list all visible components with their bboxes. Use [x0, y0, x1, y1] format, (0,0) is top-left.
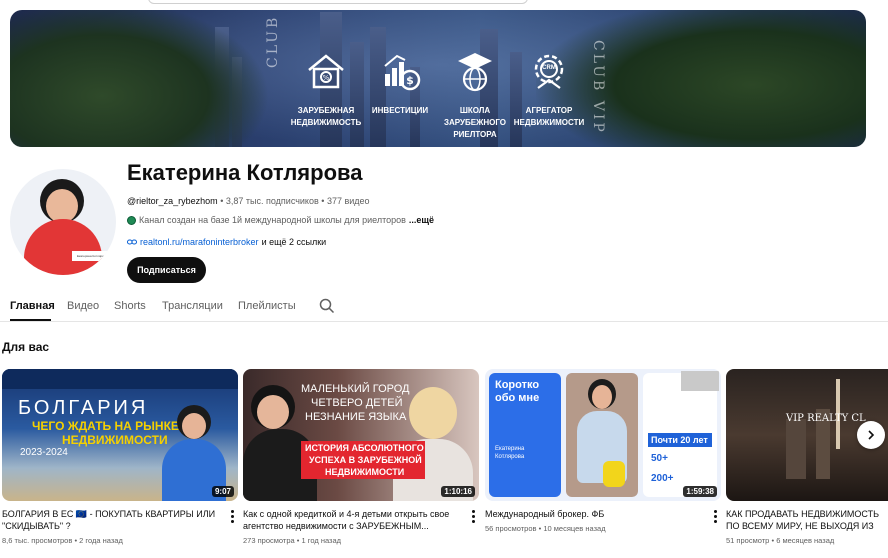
tab-shorts[interactable]: Shorts [114, 300, 146, 312]
chevron-right-icon [868, 430, 875, 440]
link-icon [127, 239, 137, 245]
video-meta: 8,6 тыс. просмотров • 2 года назад [2, 536, 123, 545]
svg-text:%: % [323, 74, 330, 82]
more-options-icon[interactable] [713, 510, 717, 525]
subscriber-count: 3,87 тыс. подписчиков [225, 196, 319, 206]
channel-name: Екатерина Котлярова [127, 160, 363, 185]
crm-icon [534, 54, 564, 89]
banner-club-text-right: CLUB VIP [590, 40, 606, 135]
description-more: ...ещё [408, 215, 435, 225]
channel-meta: @rieltor_za_rybezhom • 3,87 тыс. подписч… [127, 196, 370, 206]
real-estate-icon: % [308, 54, 344, 89]
svg-text:$: $ [406, 74, 414, 87]
banner-feature-aggregator: CRM АГРЕГАТОР НЕДВИЖИМОСТИ [509, 48, 589, 129]
more-options-icon[interactable] [471, 510, 475, 525]
banner-feature-real-estate: % ЗАРУБЕЖНАЯ НЕДВИЖИМОСТЬ [286, 48, 366, 129]
search-icon[interactable] [319, 298, 335, 314]
banner-feature-investment: $ ИНВЕСТИЦИИ [360, 48, 440, 117]
video-meta: 273 просмотра • 1 год назад [243, 536, 342, 545]
video-title[interactable]: Как с одной кредиткой и 4-я детьми откры… [243, 508, 463, 532]
tab-home[interactable]: Главная [10, 300, 55, 312]
more-options-icon[interactable] [230, 510, 234, 525]
avatar-face [46, 189, 78, 223]
video-card[interactable]: БОЛГАРИЯ ЧЕГО ЖДАТЬ НА РЫНКЕ НЕДВИЖИМОСТ… [2, 369, 238, 545]
channel-link: realtonl.ru/marafoninterbroker [140, 237, 259, 247]
channel-banner: CLUB VIP CLUB VIP % ЗАРУБЕЖНАЯ НЕДВИЖИМО… [10, 10, 866, 147]
video-card[interactable]: МАЛЕНЬКИЙ ГОРОД ЧЕТВЕРО ДЕТЕЙ НЕЗНАНИЕ Я… [243, 369, 479, 545]
more-links: и ещё 2 ссылки [261, 237, 327, 247]
video-meta: 56 просмотров • 10 месяцев назад [485, 524, 606, 533]
feature-label: АГРЕГАТОР НЕДВИЖИМОСТИ [513, 106, 585, 127]
investment-icon: $ [384, 54, 421, 91]
channel-links[interactable]: realtonl.ru/marafoninterbroker и ещё 2 с… [127, 237, 326, 247]
search-bar-edge[interactable] [148, 0, 528, 4]
globe-icon [127, 215, 136, 225]
channel-description[interactable]: Канал создан на базе 1й международной шк… [127, 215, 434, 225]
tab-playlists[interactable]: Плейлисты [238, 300, 296, 312]
feature-label: ИНВЕСТИЦИИ [371, 106, 429, 115]
crm-badge: CRM [542, 65, 556, 71]
channel-tabs: Главная Видео Shorts Трансляции Плейлист… [0, 292, 888, 322]
video-thumbnail[interactable]: БОЛГАРИЯ ЧЕГО ЖДАТЬ НА РЫНКЕ НЕДВИЖИМОСТ… [2, 369, 238, 501]
video-duration: 1:10:16 [441, 486, 475, 497]
video-duration: 1:59:38 [683, 486, 717, 497]
section-title: Для вас [2, 340, 50, 354]
active-tab-indicator [10, 319, 51, 321]
avatar-caption: Екатерина Котлярова [72, 251, 112, 261]
video-duration: 9:07 [211, 486, 234, 497]
feature-label: ЗАРУБЕЖНАЯ НЕДВИЖИМОСТЬ [290, 106, 362, 127]
school-globe-icon [458, 53, 492, 92]
banner-club-text-left: CLUB VIP [265, 10, 281, 68]
tab-videos[interactable]: Видео [67, 300, 99, 312]
feature-label: ШКОЛА ЗАРУБЕЖНОГО РИЕЛТОРА [444, 106, 506, 139]
video-count: 377 видео [326, 196, 370, 206]
palm-leaves-left [10, 10, 270, 147]
video-thumbnail[interactable]: МАЛЕНЬКИЙ ГОРОД ЧЕТВЕРО ДЕТЕЙ НЕЗНАНИЕ Я… [243, 369, 479, 501]
video-title[interactable]: КАК ПРОДАВАТЬ НЕДВИЖИМОСТЬ ПО ВСЕМУ МИРУ… [726, 508, 886, 532]
tab-live[interactable]: Трансляции [162, 300, 223, 312]
video-card[interactable]: Коротко обо мне Екатерина Котлярова Почт… [485, 369, 721, 533]
video-thumbnail[interactable]: Коротко обо мне Екатерина Котлярова Почт… [485, 369, 721, 501]
subscribe-button[interactable]: Подписаться [127, 257, 206, 283]
carousel-next-button[interactable] [857, 421, 885, 449]
avatar-dress [24, 219, 102, 275]
channel-handle[interactable]: @rieltor_za_rybezhom [127, 196, 218, 206]
channel-avatar[interactable]: Екатерина Котлярова [10, 169, 116, 275]
video-card[interactable]: VIP REALTY CL КАК ПРОДАВАТЬ НЕДВИЖИМОСТЬ… [726, 369, 888, 545]
banner-feature-school: ШКОЛА ЗАРУБЕЖНОГО РИЕЛТОРА [435, 48, 515, 141]
video-meta: 51 просмотр • 6 месяцев назад [726, 536, 835, 545]
video-title[interactable]: Международный брокер. ФБ [485, 508, 705, 520]
video-title[interactable]: БОЛГАРИЯ В ЕС 🇪🇺 - ПОКУПАТЬ КВАРТИРЫ ИЛИ… [2, 508, 222, 532]
